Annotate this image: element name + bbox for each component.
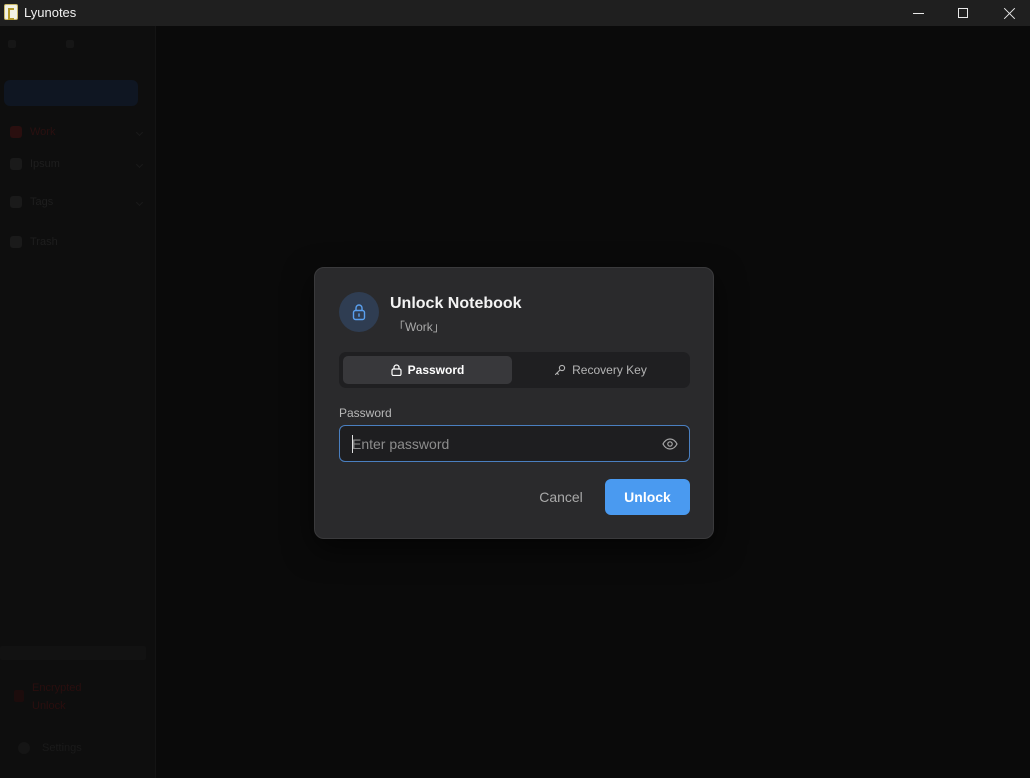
unlock-notebook-dialog: Unlock Notebook 「Work」 Password Recovery… [314,267,714,539]
chevron-down-icon [135,198,144,207]
close-icon [1003,7,1016,20]
minimize-button[interactable] [895,0,941,26]
sidebar: Work Ipsum Tags Trash Encrypted Unlock S… [0,26,156,778]
password-input[interactable] [340,426,650,461]
password-field [339,425,690,462]
gear-icon [18,742,30,754]
sidebar-item-ipsum[interactable]: Ipsum [6,154,146,174]
key-icon [555,364,566,376]
settings-label: Settings [42,742,82,754]
unlock-button[interactable]: Unlock [605,479,690,515]
dialog-title: Unlock Notebook [390,295,522,312]
tag-icon [10,196,22,208]
chevron-down-icon [135,160,144,169]
menu-icon [8,40,16,48]
sidebar-item-tags[interactable]: Tags [6,192,146,212]
tab-password-label: Password [407,363,465,377]
tab-recovery-key-label: Recovery Key [572,363,647,377]
sidebar-item-work[interactable]: Work [6,122,146,142]
chevron-down-icon [135,128,144,137]
show-password-toggle[interactable] [661,436,679,452]
sidebar-item-label: Trash [30,236,58,248]
notebook-name: 「Work」 [393,320,445,334]
new-notebook-button[interactable] [4,80,138,106]
sidebar-toolbar [8,40,78,48]
close-button[interactable] [986,0,1030,26]
notebook-icon [10,158,22,170]
sidebar-item-label: Ipsum [30,158,60,170]
maximize-icon [958,8,968,18]
settings-button[interactable]: Settings [18,740,128,756]
lock-icon [14,690,24,702]
unlock-label: Unlock [32,700,66,712]
sidebar-item-label: Work [30,126,56,138]
storage-bar [0,646,146,660]
minimize-icon [912,12,924,14]
encrypted-label: Encrypted [32,682,82,694]
tab-recovery-key[interactable]: Recovery Key [516,356,685,384]
window-title: Lyunotes [24,5,77,20]
maximize-button[interactable] [940,0,986,26]
trash-icon [10,236,22,248]
sidebar-item-label: Tags [30,196,54,208]
app-logo-icon [4,4,18,20]
password-field-label: Password [339,406,392,420]
cancel-button[interactable]: Cancel [533,480,589,514]
search-icon [66,40,74,48]
encrypted-status[interactable]: Encrypted Unlock [14,680,134,716]
notebook-icon [10,126,22,138]
tab-password[interactable]: Password [343,356,512,384]
text-caret [352,435,353,453]
lock-icon [352,304,366,321]
title-bar: Lyunotes [0,0,1030,26]
lock-badge [339,292,379,332]
eye-icon [662,438,678,450]
lock-icon [391,364,402,376]
sidebar-item-trash[interactable]: Trash [6,232,146,252]
unlock-method-tabs: Password Recovery Key [339,352,690,388]
